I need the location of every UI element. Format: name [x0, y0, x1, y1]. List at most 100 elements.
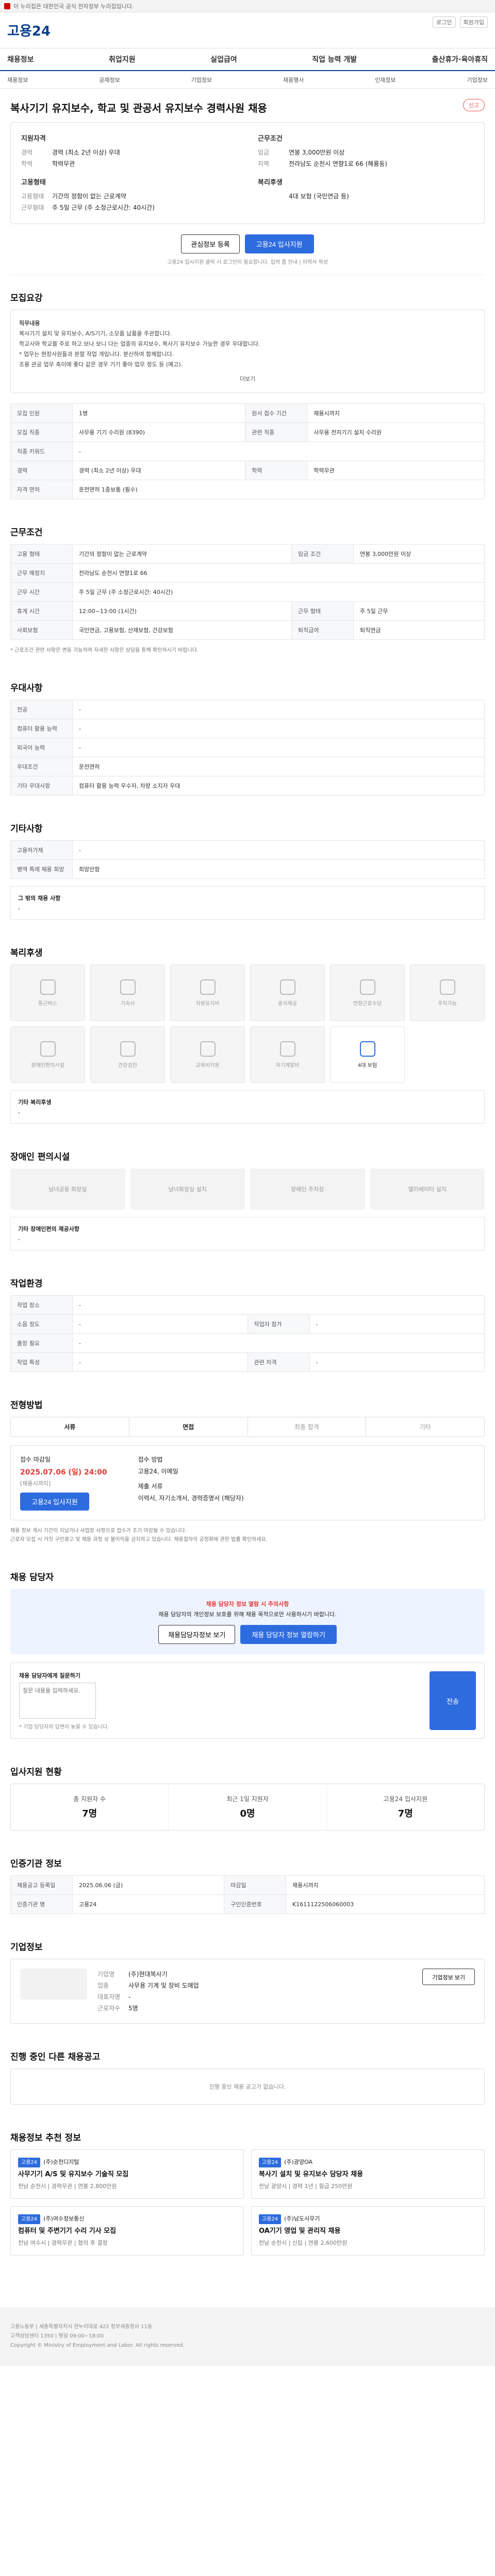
section-title: 기타사항 — [10, 824, 43, 834]
welfare-label: 4대 보험 — [357, 1062, 377, 1069]
site-logo[interactable]: 고용24 — [7, 21, 51, 40]
nav-item-jobs[interactable]: 채용정보 — [7, 54, 34, 64]
subnav-item-6[interactable]: 기업정보 — [467, 76, 487, 84]
work-cond-section: 근무조건 고용 형태 기간의 정함이 없는 근로계약 임금 조건 연봉 3,000만원… — [10, 510, 485, 665]
company-info-button[interactable]: 기업정보 보기 — [422, 1969, 475, 1985]
nav-item-leave[interactable]: 출산휴가·육아휴직 — [432, 54, 488, 64]
deadline-value: 2025.07.06 (일) 24:00 — [20, 1468, 107, 1477]
question-input[interactable] — [19, 1683, 96, 1719]
table-value: - — [72, 840, 485, 860]
stats-box: 총 지원자 수 7명 최근 1일 지원자 0명 고용24 입사지원 7명 — [10, 1784, 485, 1831]
login-link[interactable]: 로그인 — [433, 16, 456, 28]
kv-key: 대표자명 — [97, 1993, 121, 2001]
recommend-card[interactable]: 고용24 (주)남도사무기 OA기기 영업 및 관리직 채용 전남 순천시 | 신입 … — [251, 2206, 485, 2256]
table-value: - — [72, 700, 485, 719]
table-row: 채용공고 등록일 2025.06.06 (금) 마감일 채용시까지 — [10, 1875, 485, 1895]
contact-section: 채용 담당자 채용 담당자 정보 열람 시 주의사항 채용 담당자의 개인정보 … — [10, 1554, 485, 1749]
subnav-item-5[interactable]: 인재정보 — [375, 76, 395, 84]
recommend-card[interactable]: 고용24 (주)순천디지털 사무기기 A/S 및 유지보수 기술직 모집 전남 순천시… — [10, 2149, 244, 2199]
recommend-section: 채용정보 추천 정보 고용24 (주)순천디지털 사무기기 A/S 및 유지보수 기… — [10, 2115, 485, 2266]
table-key: 출장 필요 — [10, 1333, 73, 1353]
welfare-etc-value: - — [18, 1109, 20, 1116]
subnav-item-2[interactable]: 공채정보 — [99, 76, 120, 84]
step-interview: 면접 — [129, 1417, 248, 1436]
nav-item-training[interactable]: 직업 능력 개발 — [312, 54, 357, 64]
table-value: 2025.06.06 (금) — [72, 1875, 225, 1895]
sub-nav: 채용정보 공채정보 기업정보 채용행사 인재정보 기업정보 — [0, 71, 495, 89]
subnav-item-1[interactable]: 채용정보 — [7, 76, 28, 84]
apply-button[interactable]: 고용24 입사지원 — [244, 234, 314, 253]
table-key: 관련 자격 — [247, 1352, 310, 1372]
table-key: 전공 — [10, 700, 73, 719]
disability-item: 엘리베이터 설치 — [370, 1168, 485, 1210]
section-title: 입사지원 현황 — [10, 1767, 62, 1777]
table-row: 직종 키워드 - — [10, 442, 485, 461]
kv-value: 학력무관 — [52, 160, 75, 167]
table-key: 퇴직급여 — [291, 620, 354, 640]
table-value: 퇴직연금 — [353, 620, 485, 640]
stat-label: 고용24 입사지원 — [383, 1795, 427, 1803]
table-row: 출장 필요 - — [10, 1333, 485, 1353]
table-key: 우대조건 — [10, 757, 73, 776]
welfare-item: 차량유지비 — [170, 964, 245, 1021]
recommend-card[interactable]: 고용24 (주)여수정보통신 컴퓨터 및 주변기기 수리 기사 모집 전남 여수시 |… — [10, 2206, 244, 2256]
recommend-title: 컴퓨터 및 주변기기 수리 기사 모집 — [18, 2227, 117, 2235]
table-row: 모집 인원 1명 원서 접수 기간 채용시까지 — [10, 403, 485, 423]
table-row: 소음 정도 - 작업자 참가 - — [10, 1314, 485, 1334]
table-value: 기간의 정함이 없는 근로계약 — [72, 544, 292, 564]
table-value: 학력무관 — [307, 461, 485, 480]
more-button[interactable]: 더보기 — [19, 374, 476, 384]
subnav-item-4[interactable]: 채용행사 — [283, 76, 304, 84]
report-button[interactable]: 신고 — [463, 99, 485, 111]
contact-view-button[interactable]: 채용담당자정보 보기 — [158, 1625, 236, 1644]
stat-recent: 최근 1일 지원자 0명 — [169, 1784, 327, 1830]
kv-value: 사무용 기계 및 장비 도매업 — [128, 1982, 199, 1989]
disability-etc-value: - — [18, 1236, 20, 1243]
contact-open-button[interactable]: 채용 담당자 정보 열람하기 — [240, 1625, 337, 1644]
gov-banner: 이 누리집은 대한민국 공식 전자정부 누리집입니다. — [0, 0, 495, 12]
table-value: 연봉 3,000만원 이상 — [353, 544, 485, 564]
table-row: 작업 특성 - 관련 자격 - — [10, 1352, 485, 1372]
welfare-item: 통근버스 — [10, 964, 85, 1021]
etc-section: 기타사항 고용허가제 - 병역 특례 채용 희망 희망안함 그 밖의 채용 사항 - — [10, 806, 485, 930]
company-section: 기업정보 기업명 (주)현대복사기 업종 사무용 기계 및 장비 도매업 대표자명 - 근로… — [10, 1924, 485, 2034]
disability-etc-label: 기타 장애인편의 제공사항 — [18, 1226, 79, 1232]
company-box: 기업명 (주)현대복사기 업종 사무용 기계 및 장비 도매업 대표자명 - 근로자수 5명 … — [10, 1959, 485, 2024]
section-title: 진행 중인 다른 채용공고 — [10, 2052, 101, 2062]
stat-label: 총 지원자 수 — [73, 1795, 106, 1803]
kv-value: 경력 (최소 2년 이상) 우대 — [52, 149, 120, 156]
apply-notes: 채용 정보 게시 기간이 지났거나 사업장 사정으로 접수가 조기 마감될 수 … — [10, 1527, 485, 1544]
workplace-table: 작업 장소 - 소음 정도 - 작업자 참가 - 출장 필요 - 작업 특성 - 관련 자격 - — [10, 1295, 485, 1372]
summary-emp-title: 고용형태 — [21, 179, 46, 187]
nav-item-support[interactable]: 취업지원 — [109, 54, 136, 64]
table-value: - — [309, 1352, 485, 1372]
work-cond-note: * 근로조건 관련 사항은 변동 가능하며 자세한 사항은 상담을 통해 확인하… — [10, 648, 199, 653]
welfare-label: 기숙사 — [120, 1001, 135, 1007]
apply-section: 전형방법 서류 면접 최종 합격 기타 접수 마감일 2025.07.06 (일… — [10, 1382, 485, 1554]
welfare-item: 주차가능 — [410, 964, 485, 1021]
posting-section: 인증기관 정보 채용공고 등록일 2025.06.06 (금) 마감일 채용시까지 인증… — [10, 1841, 485, 1924]
table-key: 모집 직종 — [10, 422, 73, 442]
recommend-card[interactable]: 고용24 (주)광양OA 복사기 설치 및 유지보수 담당자 채용 전남 광양시 | … — [251, 2149, 485, 2199]
nav-item-benefit[interactable]: 실업급여 — [210, 54, 237, 64]
footer-line: Copyright © Ministry of Employment and L… — [10, 2343, 185, 2348]
gov-banner-text: 이 누리집은 대한민국 공식 전자정부 누리집입니다. — [13, 3, 134, 10]
table-row: 작업 장소 - — [10, 1295, 485, 1315]
desc-line: 복사기기 설치 및 유지보수, A/S기기, 소모품 납품을 주관합니다. — [19, 330, 172, 337]
table-row: 근무 시간 주 5일 근무 (주 소정근로시간: 40시간) — [10, 582, 485, 602]
subnav-item-3[interactable]: 기업정보 — [191, 76, 212, 84]
signup-link[interactable]: 회원가입 — [459, 16, 488, 28]
apply-button-2[interactable]: 고용24 입사지원 — [20, 1493, 89, 1511]
table-value: 경력 (최소 2년 이상) 우대 — [72, 461, 246, 480]
stat-total: 총 지원자 수 7명 — [11, 1784, 169, 1830]
question-send-button[interactable]: 전송 — [430, 1671, 476, 1730]
welfare-item: 장애인편의시설 — [10, 1026, 85, 1083]
kv-key: 경력 — [21, 149, 33, 156]
etc-extra: 그 밖의 채용 사항 - — [10, 886, 485, 920]
posting-table: 채용공고 등록일 2025.06.06 (금) 마감일 채용시까지 인증기관 명 고용24… — [10, 1875, 485, 1914]
welfare-section: 복리후생 통근버스 기숙사 차량유지비 중식제공 연장근로수당 주차가능 장애인편의시설 건강… — [10, 930, 485, 1134]
table-value: - — [72, 1352, 248, 1372]
save-interest-button[interactable]: 관심정보 등록 — [181, 234, 240, 253]
table-key: 원서 접수 기간 — [245, 403, 308, 423]
welfare-etc: 기타 복리후생 - — [10, 1090, 485, 1124]
